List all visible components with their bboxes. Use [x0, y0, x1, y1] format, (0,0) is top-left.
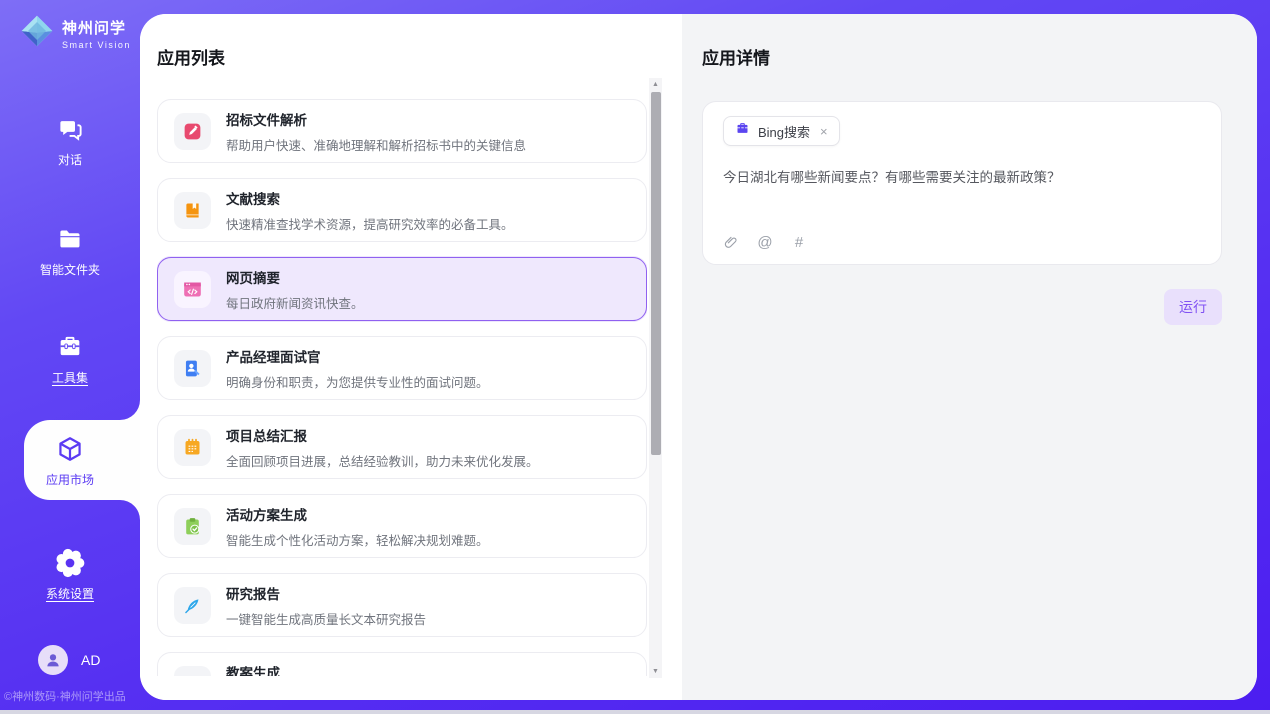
brand-logo: 神州问学 Smart Vision — [19, 13, 131, 54]
app-card-title: 项目总结汇报 — [226, 425, 539, 445]
app-card-description: 智能生成个性化活动方案，轻松解决规划难题。 — [226, 530, 489, 549]
notepad-icon — [174, 429, 211, 466]
sidebar-item-智能文件夹[interactable]: 智能文件夹 — [0, 216, 140, 278]
app-card-网页摘要[interactable]: 网页摘要每日政府新闻资讯快查。 — [157, 257, 647, 321]
app-card-description: 快速精准查找学术资源，提高研究效率的必备工具。 — [226, 214, 514, 233]
prompt-card: Bing搜索 × 今日湖北有哪些新闻要点？有哪些需要关注的最新政策？ @# — [702, 101, 1222, 265]
sidebar-item-label: 对话 — [0, 151, 140, 168]
clipboard-check-icon — [174, 508, 211, 545]
prompt-text[interactable]: 今日湖北有哪些新闻要点？有哪些需要关注的最新政策？ — [723, 168, 1201, 234]
app-card-title: 文献搜索 — [226, 188, 514, 208]
close-icon[interactable]: × — [820, 125, 828, 138]
app-card-教案生成[interactable]: 教案生成模板驱动，教案秒成，教学准备从此轻松快捷 — [157, 652, 647, 676]
folder-icon — [0, 224, 140, 254]
app-card-description: 一键智能生成高质量长文本研究报告 — [226, 609, 426, 628]
list-scrollbar[interactable]: ▲ ▼ — [649, 78, 662, 678]
books-icon — [174, 666, 211, 677]
app-card-项目总结汇报[interactable]: 项目总结汇报全面回顾项目进展，总结经验教训，助力未来优化发展。 — [157, 415, 647, 479]
sidebar-item-系统设置[interactable]: 系统设置 — [0, 540, 140, 602]
app-card-文献搜索[interactable]: 文献搜索快速精准查找学术资源，提高研究效率的必备工具。 — [157, 178, 647, 242]
edit-square-icon — [174, 113, 211, 150]
main-content-card: 应用列表 招标文件解析帮助用户快速、准确地理解和解析招标书中的关键信息文献搜索快… — [140, 14, 1257, 700]
app-card-list: 招标文件解析帮助用户快速、准确地理解和解析招标书中的关键信息文献搜索快速精准查找… — [157, 99, 647, 676]
scrollbar-thumb[interactable] — [651, 92, 661, 455]
app-card-texts: 招标文件解析帮助用户快速、准确地理解和解析招标书中的关键信息 — [226, 109, 526, 154]
app-card-texts: 活动方案生成智能生成个性化活动方案，轻松解决规划难题。 — [226, 504, 489, 549]
app-card-texts: 网页摘要每日政府新闻资讯快查。 — [226, 267, 364, 312]
app-card-招标文件解析[interactable]: 招标文件解析帮助用户快速、准确地理解和解析招标书中的关键信息 — [157, 99, 647, 163]
app-card-texts: 文献搜索快速精准查找学术资源，提高研究效率的必备工具。 — [226, 188, 514, 233]
app-card-description: 全面回顾项目进展，总结经验教训，助力未来优化发展。 — [226, 451, 539, 470]
app-card-texts: 产品经理面试官明确身份和职责，为您提供专业性的面试问题。 — [226, 346, 489, 391]
brand-title: 神州问学 — [62, 17, 131, 38]
app-list-title: 应用列表 — [157, 44, 682, 69]
sidebar-item-工具集[interactable]: 工具集 — [0, 324, 140, 386]
prompt-toolbar: @# — [723, 234, 1201, 252]
app-card-title: 研究报告 — [226, 583, 426, 603]
sidebar-item-应用市场[interactable]: 应用市场 — [0, 420, 140, 520]
interviewer-icon — [174, 350, 211, 387]
gem-logo-icon — [19, 13, 55, 54]
sidebar: 神州问学 Smart Vision 对话智能文件夹工具集应用市场系统设置 AD … — [0, 0, 140, 714]
app-card-活动方案生成[interactable]: 活动方案生成智能生成个性化活动方案，轻松解决规划难题。 — [157, 494, 647, 558]
avatar[interactable] — [38, 645, 68, 675]
toolbox-icon — [0, 332, 140, 362]
sidebar-item-label: 工具集 — [0, 369, 140, 386]
app-card-texts: 研究报告一键智能生成高质量长文本研究报告 — [226, 583, 426, 628]
sidebar-item-对话[interactable]: 对话 — [0, 106, 140, 168]
app-detail-panel: 应用详情 Bing搜索 × 今日湖北有哪些新闻要点？有哪些需要关注的最新政策？ … — [682, 14, 1257, 700]
chat-icon — [0, 114, 140, 144]
app-card-texts: 教案生成模板驱动，教案秒成，教学准备从此轻松快捷 — [226, 662, 476, 677]
sidebar-item-label: 系统设置 — [0, 585, 140, 602]
run-button[interactable]: 运行 — [1164, 289, 1222, 325]
run-row: 运行 — [702, 289, 1222, 325]
app-detail-title: 应用详情 — [702, 44, 1257, 69]
person-icon — [44, 651, 62, 669]
app-list-panel: 应用列表 招标文件解析帮助用户快速、准确地理解和解析招标书中的关键信息文献搜索快… — [140, 14, 682, 700]
app-card-title: 教案生成 — [226, 662, 476, 677]
briefcase-icon — [735, 121, 750, 141]
paperclip-icon[interactable] — [723, 234, 739, 250]
scroll-down-arrow-icon[interactable]: ▼ — [649, 665, 662, 678]
hash-icon[interactable]: # — [791, 234, 807, 250]
browser-code-icon — [174, 271, 211, 308]
scroll-up-arrow-icon[interactable]: ▲ — [649, 78, 662, 91]
brand-subtitle: Smart Vision — [62, 40, 131, 50]
quill-icon — [174, 587, 211, 624]
app-card-title: 招标文件解析 — [226, 109, 526, 129]
app-card-title: 网页摘要 — [226, 267, 364, 287]
app-card-description: 明确身份和职责，为您提供专业性的面试问题。 — [226, 372, 489, 391]
app-card-研究报告[interactable]: 研究报告一键智能生成高质量长文本研究报告 — [157, 573, 647, 637]
app-card-title: 活动方案生成 — [226, 504, 489, 524]
app-card-title: 产品经理面试官 — [226, 346, 489, 366]
at-icon[interactable]: @ — [757, 234, 773, 250]
app-card-产品经理面试官[interactable]: 产品经理面试官明确身份和职责，为您提供专业性的面试问题。 — [157, 336, 647, 400]
bottom-edge-strip — [0, 710, 1270, 714]
user-row[interactable]: AD — [38, 645, 100, 675]
app-card-description: 每日政府新闻资讯快查。 — [226, 293, 364, 312]
sidebar-item-label: 应用市场 — [0, 471, 140, 488]
user-label: AD — [81, 652, 100, 668]
app-card-texts: 项目总结汇报全面回顾项目进展，总结经验教训，助力未来优化发展。 — [226, 425, 539, 470]
sidebar-item-label: 智能文件夹 — [0, 261, 140, 278]
cube-icon — [0, 434, 140, 464]
tool-tag-label: Bing搜索 — [758, 122, 810, 141]
tool-tag-bing-search[interactable]: Bing搜索 × — [723, 116, 840, 146]
book-icon — [174, 192, 211, 229]
copyright-footer: ©神州数码·神州问学出品 — [4, 688, 140, 704]
app-card-description: 帮助用户快速、准确地理解和解析招标书中的关键信息 — [226, 135, 526, 154]
gear-icon — [0, 548, 140, 578]
